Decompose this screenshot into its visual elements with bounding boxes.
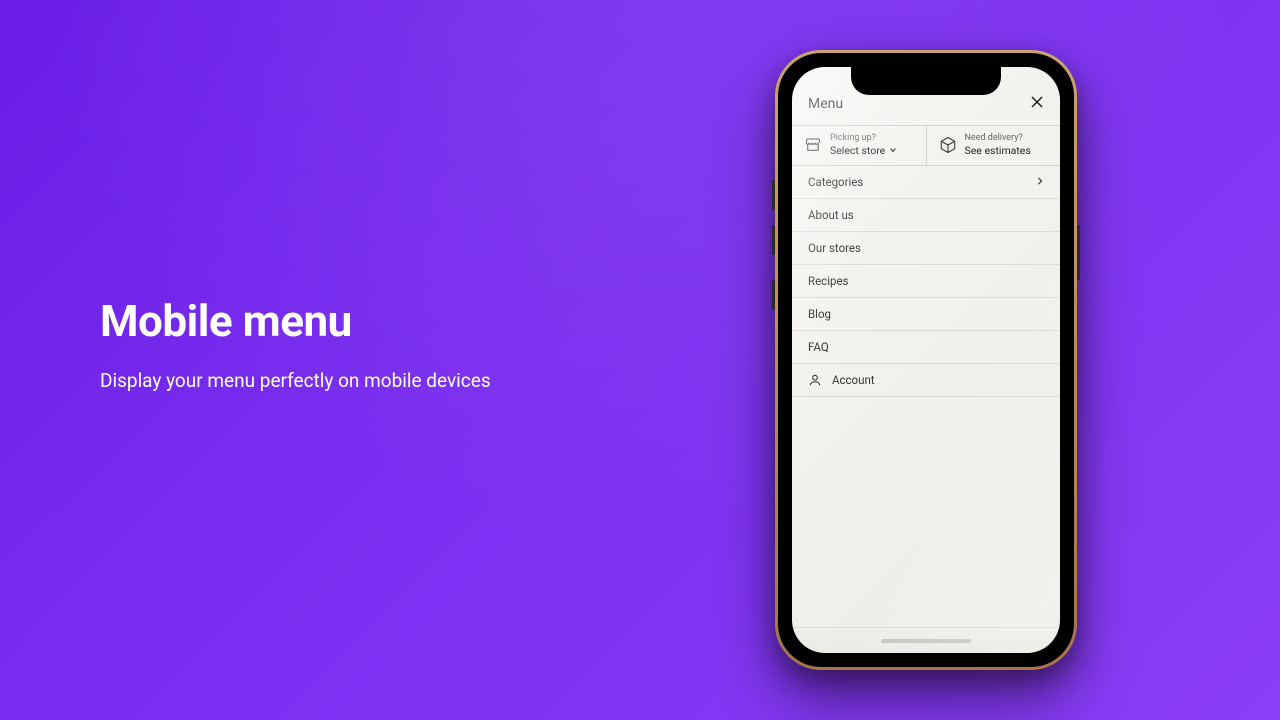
home-indicator [881,639,971,643]
bottom-bar [792,627,1060,653]
fulfillment-row: Picking up? Select store [792,125,1060,166]
menu-item-blog[interactable]: Blog [792,298,1060,331]
menu-list: Categories About us Our stores Recipes B… [792,166,1060,397]
menu-item-label: Recipes [808,274,849,288]
delivery-label-big: See estimates [965,144,1031,157]
menu-item-label: FAQ [808,340,829,354]
hero-title: Mobile menu [100,295,491,347]
pickup-label-small: Picking up? [830,134,897,144]
delivery-label-small: Need delivery? [965,134,1031,144]
phone-mockup: Menu Picking up? [775,50,1077,670]
delivery-selector[interactable]: Need delivery? See estimates [927,126,1061,165]
menu-item-label: About us [808,208,854,222]
menu-item-stores[interactable]: Our stores [792,232,1060,265]
menu-item-label: Account [832,373,875,387]
menu-item-label: Our stores [808,241,861,255]
menu-item-recipes[interactable]: Recipes [792,265,1060,298]
user-icon [808,373,822,387]
pickup-label-big: Select store [830,144,885,157]
menu-title: Menu [808,96,843,112]
menu-item-categories[interactable]: Categories [792,166,1060,199]
chevron-right-icon [1036,175,1044,189]
menu-item-faq[interactable]: FAQ [792,331,1060,364]
phone-screen: Menu Picking up? [792,67,1060,653]
chevron-down-icon [889,146,897,154]
menu-item-label: Categories [808,175,863,189]
close-icon[interactable] [1030,95,1044,113]
store-icon [804,136,822,154]
pickup-selector[interactable]: Picking up? Select store [792,126,927,165]
notch [851,67,1001,95]
hero-text: Mobile menu Display your menu perfectly … [100,295,491,392]
menu-item-about[interactable]: About us [792,199,1060,232]
hero-subtitle: Display your menu perfectly on mobile de… [100,369,491,392]
menu-item-account[interactable]: Account [792,364,1060,397]
package-icon [939,136,957,154]
phone-bezel: Menu Picking up? [778,53,1074,667]
menu-item-label: Blog [808,307,831,321]
